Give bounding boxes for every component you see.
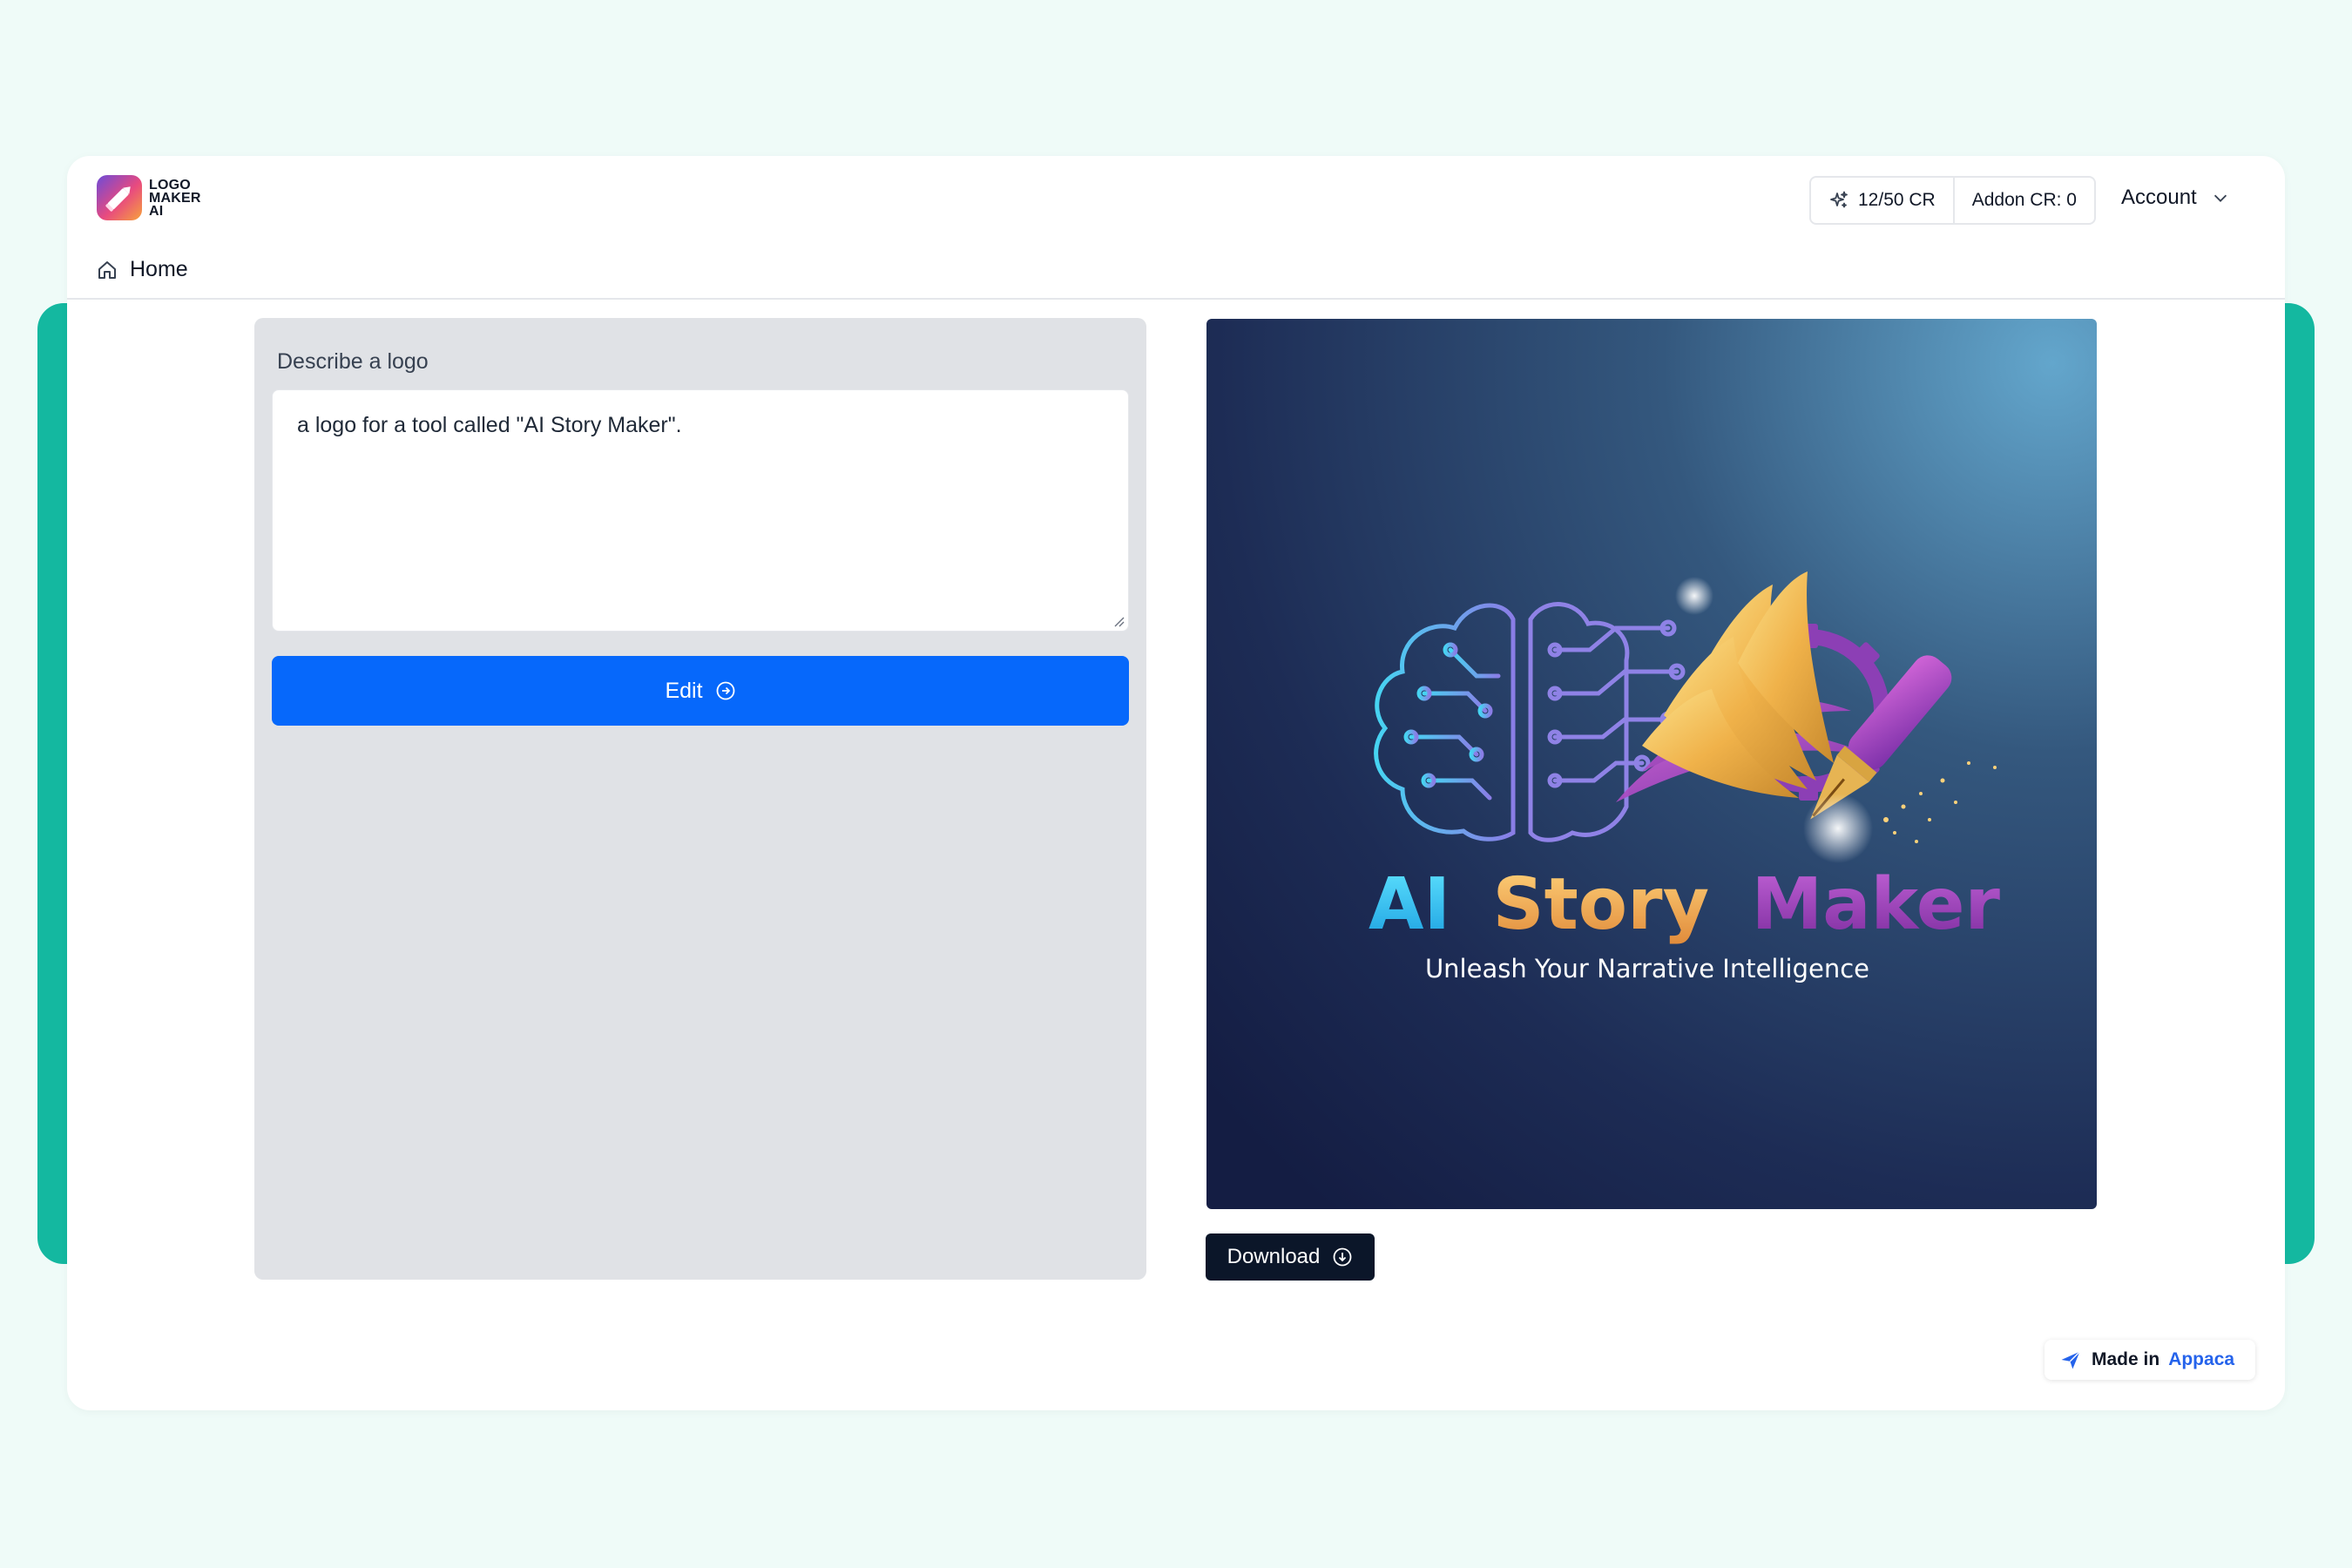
generated-logo-artwork: AI Story Maker Unleash Your Narrative In…: [1206, 319, 2097, 1209]
chevron-down-icon: [2213, 194, 2227, 202]
resize-grip-icon[interactable]: [1112, 615, 1125, 627]
logo-line: LOGO: [149, 177, 191, 193]
credits-indicator: 12/50 CR Addon CR: 0: [1809, 176, 2096, 225]
app-logo-text: LOGO MAKER AI: [149, 177, 201, 219]
sparkle-icon: [2061, 1351, 2080, 1369]
home-label: Home: [130, 257, 188, 281]
logo-description-input[interactable]: a logo for a tool called "AI Story Maker…: [272, 389, 1129, 632]
nav-home-link[interactable]: Home: [97, 257, 188, 282]
edit-button[interactable]: Edit: [272, 656, 1129, 726]
pencil-logo-icon: [97, 175, 142, 220]
logo-title-story: Story: [1493, 863, 1709, 946]
edit-button-label: Edit: [665, 678, 703, 703]
made-in-appaca-badge[interactable]: Made in Appaca: [2044, 1340, 2255, 1380]
addon-credits-text: Addon CR: 0: [1971, 190, 2077, 210]
logo-prompt-panel: Describe a logo a logo for a tool called…: [254, 318, 1146, 1280]
logo-description-value: a logo for a tool called "AI Story Maker…: [297, 413, 682, 437]
download-button-label: Download: [1227, 1245, 1321, 1268]
addon-credits-segment: Addon CR: 0: [1952, 178, 2094, 223]
logo-title-maker: Maker: [1752, 863, 2001, 946]
app-card: LOGO MAKER AI 12/50 CR Addon CR: 0 Accou…: [67, 156, 2285, 1410]
generated-logo-image: AI Story Maker Unleash Your Narrative In…: [1206, 319, 2097, 1209]
logo-line: AI: [149, 203, 164, 219]
account-menu-button[interactable]: Account: [2121, 186, 2230, 210]
made-in-prefix: Made in: [2092, 1349, 2160, 1369]
credits-segment: 12/50 CR: [1811, 178, 1953, 223]
credits-text: 12/50 CR: [1858, 190, 1936, 210]
logo-title-text: AI Story Maker: [1369, 863, 2000, 946]
made-in-brand: Appaca: [2168, 1349, 2235, 1369]
download-circle-icon: [1333, 1247, 1352, 1267]
logo-tagline: Unleash Your Narrative Intelligence: [1425, 954, 1869, 983]
account-label: Account: [2121, 186, 2197, 209]
app-logo[interactable]: LOGO MAKER AI: [97, 175, 201, 220]
download-button[interactable]: Download: [1206, 1233, 1375, 1281]
sparkles-icon: [1830, 191, 1848, 208]
describe-logo-label: Describe a logo: [277, 349, 429, 374]
header-divider: [67, 298, 2285, 300]
logo-title-ai: AI: [1369, 863, 1450, 946]
home-icon: [98, 260, 116, 279]
logo-line: MAKER: [149, 190, 201, 206]
arrow-circle-right-icon: [716, 681, 734, 700]
